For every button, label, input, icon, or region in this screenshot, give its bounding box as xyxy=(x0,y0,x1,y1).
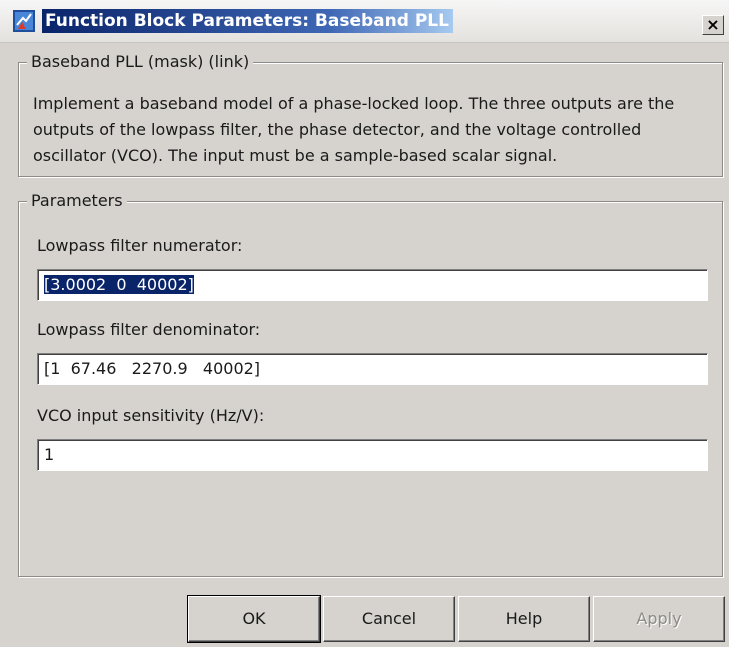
numerator-value: [3.0002 0 40002] xyxy=(44,275,194,294)
description-group-legend: Baseband PLL (mask) (link) xyxy=(27,51,254,73)
description-group: Baseband PLL (mask) (link) Implement a b… xyxy=(18,51,723,177)
parameters-group-legend: Parameters xyxy=(27,190,127,212)
close-icon[interactable]: × xyxy=(702,15,724,35)
ok-button[interactable]: OK xyxy=(187,595,321,643)
apply-button[interactable]: Apply xyxy=(593,596,725,642)
denominator-field[interactable]: [1 67.46 2270.9 40002] xyxy=(37,353,708,385)
denominator-label: Lowpass filter denominator: xyxy=(37,320,261,339)
parameters-group: Parameters Lowpass filter numerator: [3.… xyxy=(18,190,723,577)
cancel-button[interactable]: Cancel xyxy=(323,596,455,642)
simulink-block-icon xyxy=(13,10,35,32)
numerator-field[interactable]: [3.0002 0 40002] xyxy=(37,269,708,301)
window-title: Function Block Parameters: Baseband PLL xyxy=(42,9,453,33)
sensitivity-field[interactable]: 1 xyxy=(37,439,708,471)
block-description: Implement a baseband model of a phase-lo… xyxy=(33,94,675,165)
help-button[interactable]: Help xyxy=(458,596,590,642)
title-bar[interactable]: Function Block Parameters: Baseband PLL … xyxy=(0,0,729,43)
sensitivity-label: VCO input sensitivity (Hz/V): xyxy=(37,406,265,425)
numerator-label: Lowpass filter numerator: xyxy=(37,236,243,255)
